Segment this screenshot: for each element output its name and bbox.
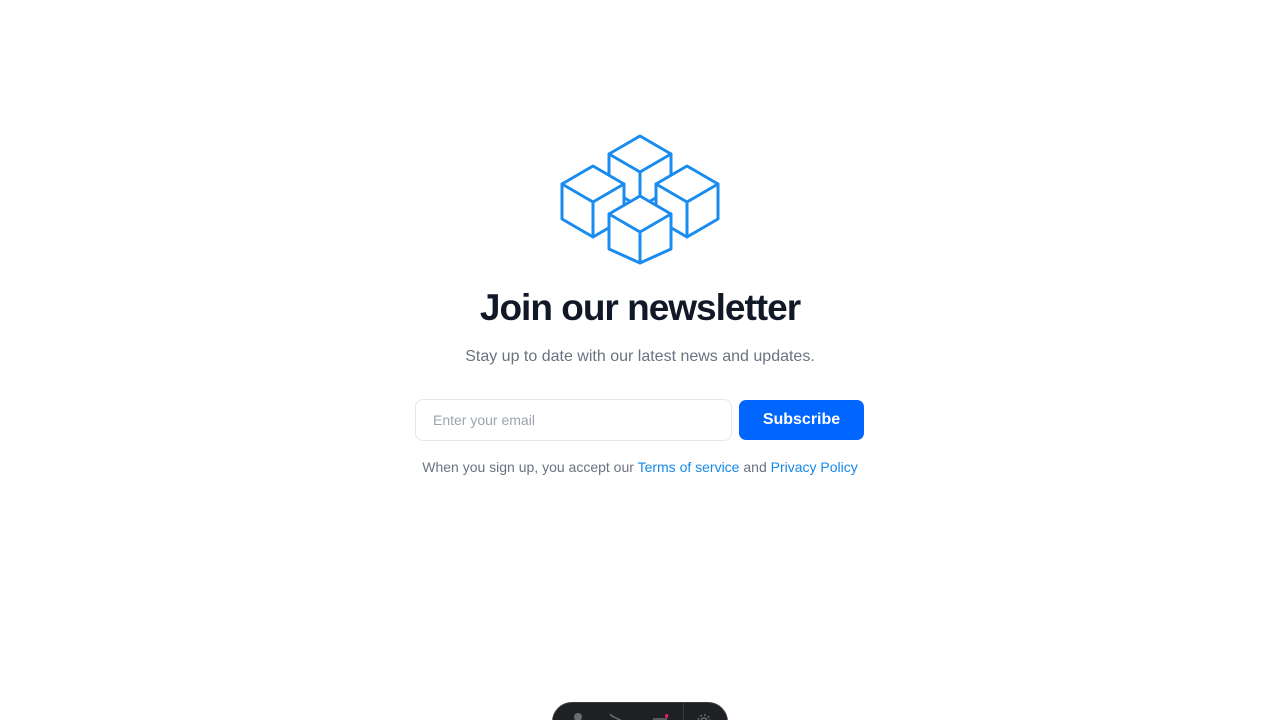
settings-icon[interactable] <box>696 712 712 720</box>
terms-text: When you sign up, you accept our Terms o… <box>0 458 1280 476</box>
menu-icon[interactable] <box>652 712 668 720</box>
terms-prefix: When you sign up, you accept our <box>422 459 638 475</box>
page-title: Join our newsletter <box>479 287 801 328</box>
terms-of-service-link[interactable]: Terms of service <box>638 459 740 475</box>
toolbar-divider <box>683 703 684 720</box>
floating-toolbar <box>552 702 728 720</box>
privacy-policy-link[interactable]: Privacy Policy <box>771 459 858 475</box>
page-subtitle: Stay up to date with our latest news and… <box>465 348 815 365</box>
person-icon[interactable] <box>570 712 586 720</box>
subscribe-button[interactable]: Subscribe <box>739 400 864 440</box>
cubes-logo-icon <box>560 134 720 265</box>
terms-conjunction: and <box>739 459 771 475</box>
page: Join our newsletter Stay up to date with… <box>0 0 1280 720</box>
pointer-icon[interactable] <box>609 712 625 720</box>
email-field[interactable] <box>415 399 732 441</box>
